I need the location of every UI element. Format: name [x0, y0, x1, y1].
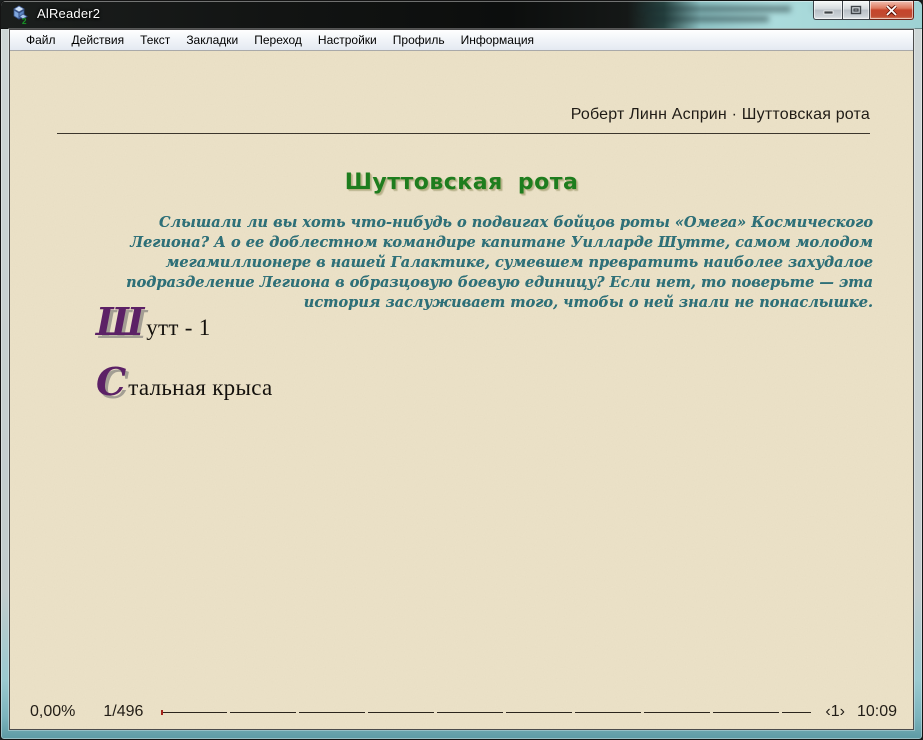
close-icon — [885, 4, 898, 16]
section-title: Шутт - 1 — [96, 303, 211, 341]
clock: 10:09 — [856, 703, 897, 720]
book-annotation: Слышали ли вы хоть что-нибудь о подвигах… — [126, 214, 873, 311]
maximize-restore-icon — [850, 5, 862, 15]
progress-ruler[interactable] — [161, 709, 812, 715]
reading-area[interactable]: Роберт Линн Асприн · Шуттовская рота Шут… — [10, 51, 913, 729]
header-rule — [57, 133, 870, 134]
minimize-icon — [823, 10, 833, 14]
menu-text[interactable]: Текст — [132, 31, 178, 49]
app-icon[interactable]: 2 — [10, 5, 30, 25]
close-button[interactable] — [870, 1, 914, 20]
menubar: Файл Действия Текст Закладки Переход Нас… — [10, 30, 913, 51]
menu-profile[interactable]: Профиль — [385, 31, 453, 49]
alreader-window: 2 AlReader2 Файл Действия Текст Закладки… — [0, 0, 923, 740]
titlebar-glass-reflection — [641, 6, 791, 12]
chapter-indicator: ‹1› — [825, 703, 845, 720]
menu-settings[interactable]: Настройки — [310, 31, 385, 49]
client-area: Файл Действия Текст Закладки Переход Нас… — [9, 29, 914, 730]
progress-position-tick — [161, 709, 164, 715]
book-title: Шуттовская рота — [344, 170, 579, 195]
page-header: Роберт Линн Асприн · Шуттовская рота — [570, 106, 870, 123]
menu-actions[interactable]: Действия — [64, 31, 133, 49]
titlebar-glass-reflection — [649, 16, 769, 22]
window-controls — [813, 1, 914, 20]
menu-bookmarks[interactable]: Закладки — [178, 31, 246, 49]
dropcap-letter: Ш — [96, 299, 145, 344]
progress-percent: 0,00% — [30, 703, 76, 720]
progress-line — [161, 711, 812, 713]
section-title-text: тальная крыса — [128, 375, 273, 400]
menu-file[interactable]: Файл — [18, 31, 64, 49]
menu-information[interactable]: Информация — [453, 31, 542, 49]
statusbar: 0,00% 1/496 ‹1› 10:09 — [10, 701, 913, 723]
section-title-text: утт - 1 — [146, 315, 211, 340]
dropcap-letter: С — [96, 359, 127, 404]
section-title: Стальная крыса — [96, 363, 273, 401]
menu-navigation[interactable]: Переход — [246, 31, 310, 49]
titlebar[interactable]: 2 AlReader2 — [1, 1, 922, 29]
svg-text:2: 2 — [22, 17, 27, 25]
window-title: AlReader2 — [37, 6, 101, 21]
minimize-button[interactable] — [813, 1, 842, 20]
maximize-button[interactable] — [842, 1, 870, 20]
page-counter: 1/496 — [103, 703, 144, 720]
